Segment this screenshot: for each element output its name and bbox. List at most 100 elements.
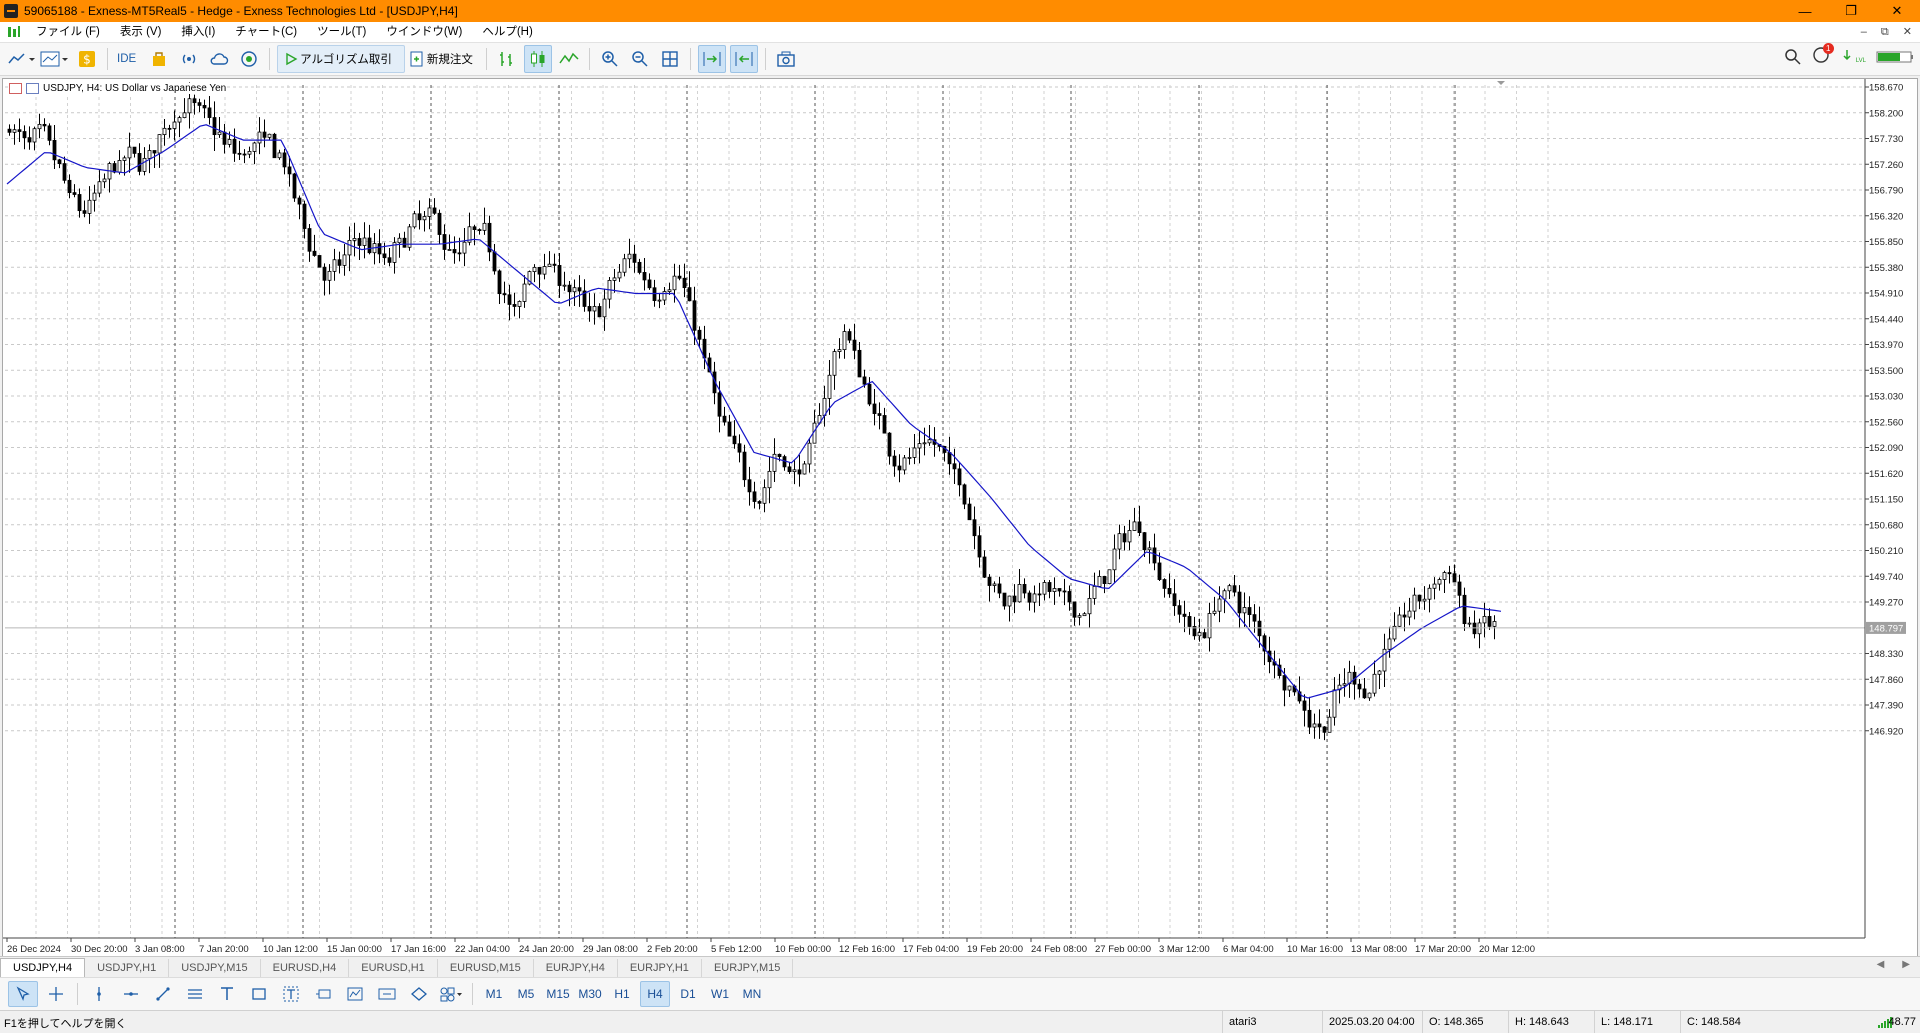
dollar-icon: $ [79,51,95,67]
screenshot-button[interactable] [773,46,799,72]
search-icon[interactable] [1784,48,1802,66]
cursor-tool[interactable] [8,981,38,1007]
ide-button[interactable]: IDE [115,46,142,72]
toolbar-separator [588,48,590,70]
candle-body [617,271,622,279]
timeframe-w1[interactable]: W1 [706,982,734,1006]
timeframe-mn[interactable]: MN [738,982,766,1006]
gann-tool[interactable] [405,982,433,1006]
timeframe-d1[interactable]: D1 [674,982,702,1006]
candle-body [1472,622,1477,635]
text-label-tool[interactable] [277,982,305,1006]
candle-body [1492,621,1497,627]
tab-scroll-left-icon[interactable]: ◀ [1877,959,1885,970]
tab-eurusd-h4[interactable]: EURUSD,H4 [261,959,350,977]
tab-eurusd-h1[interactable]: EURUSD,H1 [349,959,438,977]
market-button[interactable] [146,46,172,72]
candle-body [1172,593,1177,607]
candle-body [1092,586,1097,599]
vertical-line-tool[interactable] [85,982,113,1006]
ok-button-icon [378,988,396,1000]
tile-windows-button[interactable] [657,46,683,72]
mdi-restore-button[interactable]: ⧉ [1881,22,1889,42]
chart-type-button[interactable] [8,46,36,72]
timeframe-h1[interactable]: H1 [608,982,636,1006]
templates-button[interactable] [40,46,70,72]
tab-usdjpy-m15[interactable]: USDJPY,M15 [169,959,261,977]
timeframe-m30[interactable]: M30 [576,982,604,1006]
tab-scroll-right-icon[interactable]: ▶ [1902,959,1910,970]
tab-eurusd-m15[interactable]: EURUSD,M15 [438,959,534,977]
vps-button[interactable] [206,46,232,72]
candle-body [657,299,662,302]
tab-eurjpy-h1[interactable]: EURJPY,H1 [618,959,702,977]
bar-chart-button[interactable] [494,46,520,72]
horizontal-line-tool[interactable] [117,982,145,1006]
menu-tools[interactable]: ツール(T) [307,22,376,42]
timeframe-h4[interactable]: H4 [640,981,670,1007]
notifications-button[interactable]: 1 [1812,43,1834,67]
candle-body [1047,582,1052,592]
algo-trading-button[interactable]: アルゴリズム取引 [277,45,405,73]
candle-body [552,263,557,266]
timeframe-m5[interactable]: M5 [512,982,540,1006]
mdi-minimize-button[interactable]: – [1861,22,1867,42]
chart-window[interactable]: 158.670 158.200 157.730 157.260 156.790 156.3… [2,78,1918,957]
mt5-menu-icon[interactable] [6,24,22,40]
zoom-out-button[interactable] [627,46,653,72]
chart-properties-icon[interactable] [26,83,39,94]
menu-chart[interactable]: チャート(C) [225,22,307,42]
time-label: 29 Jan 08:00 [583,944,638,955]
zoom-in-button[interactable] [597,46,623,72]
menu-insert[interactable]: 挿入(I) [171,22,225,42]
menu-view[interactable]: 表示 (V) [110,22,172,42]
chart-shift-button[interactable] [729,45,758,73]
menu-help[interactable]: ヘルプ(H) [472,22,542,42]
candle-body [1457,581,1462,596]
line-chart-button[interactable] [556,46,582,72]
close-button[interactable]: ✕ [1874,0,1920,22]
trendline-tool[interactable] [149,982,177,1006]
candle-body [847,331,852,341]
signals-button[interactable] [176,46,202,72]
one-click-trading-button[interactable]: $ [74,46,100,72]
tab-usdjpy-h1[interactable]: USDJPY,H1 [85,959,170,977]
price-chart[interactable]: 158.670 158.200 157.730 157.260 156.790 156.3… [3,79,1917,956]
candle-body [1107,569,1112,584]
candle-body [717,392,722,417]
line-chart-icon [8,53,35,64]
candle-body [537,266,542,275]
chart-object-tool[interactable] [341,982,369,1006]
timeframe-m15[interactable]: M15 [544,982,572,1006]
chart-list-icon[interactable] [9,83,22,94]
candle-body [222,131,227,145]
text-tool[interactable] [213,982,241,1006]
tab-eurjpy-m15[interactable]: EURJPY,M15 [702,959,794,977]
minimize-button[interactable]: — [1782,0,1828,22]
new-order-button[interactable]: 新規注文 [409,46,479,72]
candle-body [87,199,92,214]
candlestick-button[interactable] [523,45,552,73]
mdi-close-button[interactable]: ✕ [1903,22,1912,42]
more-shapes-tool[interactable] [437,982,465,1006]
candle-body [1202,632,1207,639]
shapes-tool[interactable] [245,982,273,1006]
candle-body [887,432,892,457]
button-object-tool[interactable] [373,982,401,1006]
tab-usdjpy-h4[interactable]: USDJPY,H4 [0,958,86,977]
auto-scroll-button[interactable] [697,45,726,73]
maximize-button[interactable]: ❐ [1828,0,1874,22]
timeframe-m1[interactable]: M1 [480,982,508,1006]
channel-tool[interactable] [181,982,209,1006]
arrow-tool[interactable] [309,982,337,1006]
rectangle-icon [252,988,266,1000]
chart-shift-marker[interactable] [1497,81,1505,85]
menu-file[interactable]: ファイル (F) [26,22,110,42]
candle-body [367,237,372,254]
tab-eurjpy-h4[interactable]: EURJPY,H4 [534,959,618,977]
crosshair-tool[interactable] [42,982,70,1006]
community-button[interactable] [236,46,262,72]
candle-body [1162,579,1167,589]
menu-window[interactable]: ウインドウ(W) [376,22,472,42]
time-label: 30 Dec 20:00 [71,944,128,955]
